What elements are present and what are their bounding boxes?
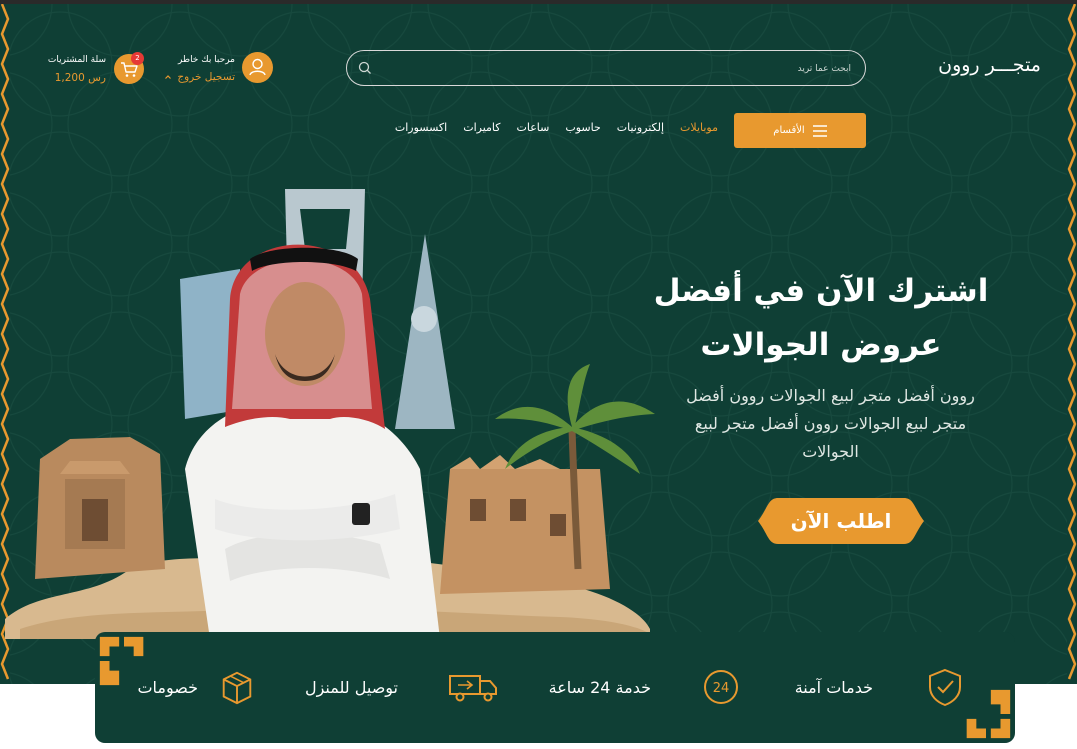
- nav-item-computers[interactable]: حاسوب: [565, 121, 600, 134]
- user-welcome: مرحبا بك خاطر: [177, 55, 235, 65]
- cta-label: اطلب الآن: [790, 509, 892, 533]
- nav-item-cameras[interactable]: كاميرات: [463, 121, 500, 134]
- shopping-cart[interactable]: 2 سلة المشتريات 1,200 رس: [44, 52, 144, 88]
- main-nav: موبايلات إلكترونيات حاسوب ساعات كاميرات …: [395, 121, 718, 134]
- nav-item-accessories[interactable]: اكسسورات: [395, 121, 447, 134]
- search-bar: [346, 50, 866, 86]
- categories-label: الأقسام: [773, 125, 805, 136]
- categories-button[interactable]: الأقسام: [734, 113, 866, 148]
- logout-link[interactable]: تسجيل خروج: [177, 71, 235, 83]
- feature-label: خدمات آمنة: [794, 677, 873, 697]
- nav-item-electronics[interactable]: إلكترونيات: [617, 121, 664, 134]
- feature-label: خصومات: [137, 677, 198, 697]
- nav-item-watches[interactable]: ساعات: [517, 121, 550, 134]
- hero-section: متجـــر روون مرحبا بك خاطر تسجيل خروج: [0, 4, 1077, 684]
- delivery-truck-icon: [449, 675, 497, 702]
- hero-illustration: [5, 189, 655, 639]
- search-input[interactable]: [391, 59, 851, 79]
- feature-home-delivery: توصيل للمنزل: [305, 670, 498, 704]
- menu-icon: [812, 124, 827, 137]
- clock-24-icon: 24: [704, 670, 738, 704]
- order-now-button[interactable]: اطلب الآن: [758, 498, 924, 544]
- cart-count-badge: 2: [131, 52, 144, 65]
- user-account[interactable]: مرحبا بك خاطر تسجيل خروج: [165, 52, 273, 88]
- corner-ornament-right: [966, 689, 1011, 739]
- store-logo[interactable]: متجـــر روون: [938, 54, 1041, 76]
- feature-label: توصيل للمنزل: [304, 677, 398, 697]
- search-icon[interactable]: [357, 60, 373, 76]
- feature-discounts: خصومات: [137, 670, 256, 705]
- cart-total: 1,200 رس: [54, 72, 106, 84]
- shield-check-icon: [929, 668, 961, 707]
- feature-24h-service: 24 خدمة 24 ساعة: [549, 670, 741, 704]
- right-pattern-border: [1067, 4, 1077, 684]
- feature-safe-services: خدمات آمنة: [794, 668, 965, 707]
- hero-subtext: روون أفضل متجر لبيع الجوالات روون أفضل م…: [686, 386, 975, 461]
- package-box-icon: [222, 671, 252, 705]
- feature-label: خدمة 24 ساعة: [548, 677, 651, 697]
- user-icon: [249, 58, 266, 76]
- hero-headline: اشترك الآن في أفضل عروض الجوالات: [653, 273, 989, 363]
- cart-label: سلة المشتريات: [47, 55, 106, 65]
- chevron-up-icon[interactable]: [164, 73, 172, 81]
- nav-item-mobiles[interactable]: موبايلات: [680, 121, 718, 134]
- svg-text:24: 24: [713, 681, 730, 696]
- features-bar: خدمات آمنة 24 خدمة 24 ساعة توصيل للمنزل …: [95, 632, 1015, 743]
- avatar[interactable]: [242, 52, 273, 83]
